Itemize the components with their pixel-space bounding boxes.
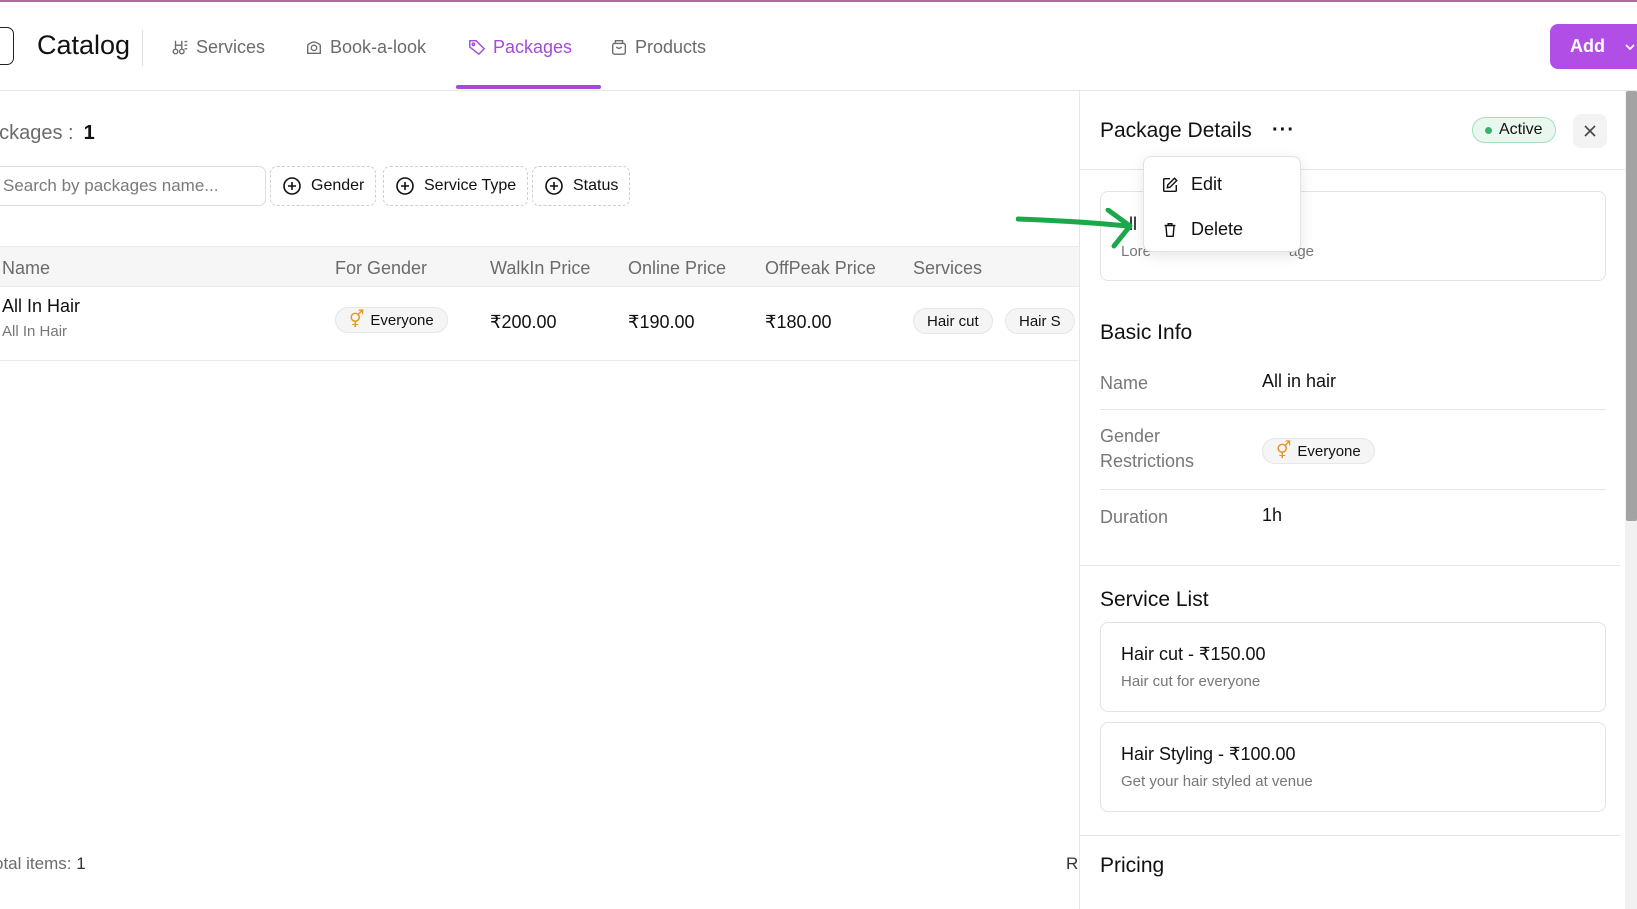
filter-service-type[interactable]: Service Type <box>383 166 529 206</box>
gender-restriction-label: Everyone <box>1297 442 1361 460</box>
filter-gender-label: Gender <box>311 177 365 194</box>
packages-count-value: 1 <box>83 122 95 144</box>
page-title: Catalog <box>37 30 131 60</box>
back-button[interactable] <box>0 27 14 65</box>
plus-circle-icon <box>396 177 414 195</box>
tab-packages-label: Packages <box>493 36 573 57</box>
gender-icon: ⚥ <box>1276 441 1292 460</box>
tab-services[interactable]: Services <box>171 35 265 59</box>
service-list-title: Service List <box>1100 588 1209 611</box>
filter-service-type-label: Service Type <box>424 177 517 194</box>
row-subtitle: All In Hair <box>2 323 68 340</box>
info-divider <box>1100 409 1606 410</box>
name-label: Name <box>1100 373 1149 393</box>
column-for-gender[interactable]: For Gender <box>335 258 427 279</box>
header: Catalog Services Book-a-look Packages Pr… <box>0 2 1637 91</box>
packages-count: ackages : 1 <box>0 122 95 145</box>
plus-circle-icon <box>283 177 301 195</box>
menu-item-edit-label: Edit <box>1191 174 1223 194</box>
close-button[interactable] <box>1573 114 1607 148</box>
search-input[interactable]: Search by packages name... <box>0 166 266 206</box>
service-card[interactable]: Hair cut - ₹150.00 Hair cut for everyone <box>1100 622 1606 712</box>
panel-title: Package Details <box>1100 119 1252 142</box>
section-divider <box>1080 835 1620 836</box>
row-name: All In Hair <box>2 296 81 316</box>
service-chip-label: Hair S <box>1019 312 1061 330</box>
service-chip: Hair S <box>1005 308 1075 334</box>
column-walkin-price[interactable]: WalkIn Price <box>490 258 590 279</box>
table-header: Name For Gender WalkIn Price Online Pric… <box>0 246 1080 287</box>
more-options-menu: Edit Delete <box>1143 156 1301 252</box>
status-dot-icon <box>1485 126 1492 134</box>
gender-restrictions-label: Gender Restrictions <box>1100 426 1195 471</box>
row-walkin-price: ₹200.00 <box>490 312 557 332</box>
bag-icon <box>612 40 626 55</box>
filter-status[interactable]: Status <box>532 166 631 206</box>
tab-products-label: Products <box>635 36 707 57</box>
service-card[interactable]: Hair Styling - ₹100.00 Get your hair sty… <box>1100 722 1606 812</box>
look-icon <box>307 41 321 54</box>
service-card-desc: Get your hair styled at venue <box>1121 773 1313 790</box>
total-items-value: 1 <box>76 854 86 873</box>
filter-gender[interactable]: Gender <box>270 166 377 206</box>
pricing-title: Pricing <box>1100 854 1165 877</box>
duration-value: 1h <box>1262 505 1283 525</box>
tab-book-a-look[interactable]: Book-a-look <box>305 35 426 59</box>
menu-item-edit[interactable]: Edit <box>1161 174 1222 195</box>
status-badge: Active <box>1472 117 1556 143</box>
service-card-desc: Hair cut for everyone <box>1121 673 1261 690</box>
gender-badge-label: Everyone <box>370 311 434 329</box>
menu-item-delete[interactable]: Delete <box>1161 219 1243 240</box>
chevron-down-icon <box>1625 43 1635 50</box>
more-options-button[interactable]: ··· <box>1272 119 1295 142</box>
scrollbar-thumb[interactable] <box>1626 91 1637 521</box>
tab-products[interactable]: Products <box>610 35 706 59</box>
name-value: All in hair <box>1262 371 1337 391</box>
service-card-title: Hair Styling - ₹100.00 <box>1121 744 1296 764</box>
gender-icon: ⚥ <box>349 310 365 329</box>
column-online-price[interactable]: Online Price <box>628 258 726 279</box>
column-name[interactable]: Name <box>2 258 50 279</box>
gender-badge: ⚥ Everyone <box>335 307 448 333</box>
tab-packages[interactable]: Packages <box>468 35 572 59</box>
filter-status-label: Status <box>573 177 619 194</box>
total-items: otal items: 1 <box>0 854 86 874</box>
active-tab-indicator <box>456 85 601 89</box>
section-divider <box>1080 565 1620 566</box>
tab-book-a-look-label: Book-a-look <box>330 36 427 57</box>
scissors-icon <box>172 40 188 55</box>
column-services[interactable]: Services <box>913 258 982 279</box>
rows-per-page-label: R <box>1066 854 1079 873</box>
tab-services-label: Services <box>196 36 266 57</box>
edit-icon <box>1162 176 1178 192</box>
annotation-arrow-icon <box>1016 208 1133 249</box>
table-row[interactable]: All In Hair All In Hair ⚥ Everyone ₹200.… <box>0 287 1080 361</box>
row-offpeak-price: ₹180.00 <box>765 312 832 332</box>
duration-label: Duration <box>1100 507 1169 527</box>
packages-count-label: ackages : <box>0 122 74 144</box>
row-online-price: ₹190.00 <box>628 312 695 332</box>
menu-item-delete-label: Delete <box>1191 219 1244 239</box>
close-icon <box>1584 125 1596 137</box>
tag-icon <box>469 39 486 56</box>
header-divider <box>142 30 143 66</box>
basic-info-title: Basic Info <box>1100 321 1193 344</box>
service-chip: Hair cut <box>913 308 993 334</box>
status-badge-label: Active <box>1499 121 1543 138</box>
info-divider <box>1100 489 1606 490</box>
add-button-label: Add <box>1570 36 1605 56</box>
service-card-title: Hair cut - ₹150.00 <box>1121 644 1266 664</box>
plus-circle-icon <box>545 177 563 195</box>
gender-restriction-badge: ⚥ Everyone <box>1262 438 1375 464</box>
add-button[interactable]: Add <box>1550 24 1637 69</box>
total-items-label: otal items: <box>0 854 72 873</box>
trash-icon <box>1164 222 1176 237</box>
service-chip-label: Hair cut <box>927 312 979 330</box>
column-offpeak-price[interactable]: OffPeak Price <box>765 258 876 279</box>
